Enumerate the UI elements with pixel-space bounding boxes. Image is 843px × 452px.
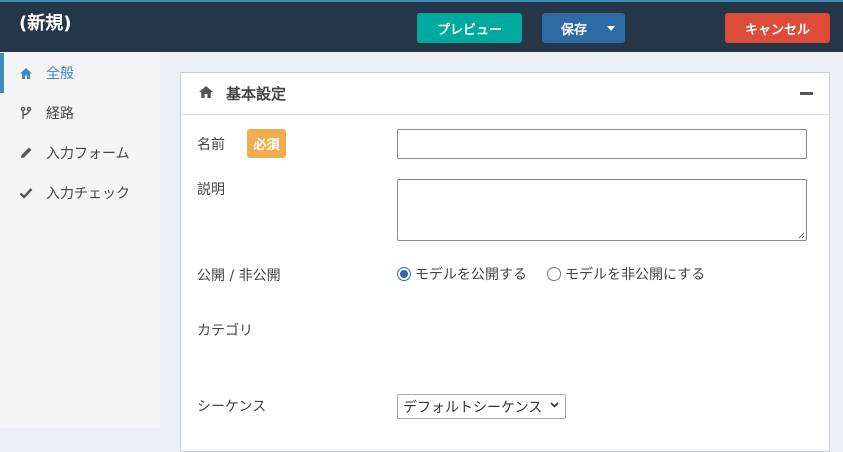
required-badge: 必須 (247, 129, 286, 158)
home-icon (18, 65, 34, 81)
preview-button[interactable]: プレビュー (417, 13, 522, 43)
sidebar-item-general[interactable]: 全般 (0, 53, 160, 93)
name-input[interactable] (397, 129, 807, 159)
save-button-label: 保存 (561, 22, 588, 38)
collapse-icon[interactable] (800, 92, 813, 95)
sidebar-item-route[interactable]: 経路 (0, 93, 160, 133)
visibility-radio-group: モデルを公開する モデルを非公開にする (397, 264, 705, 284)
home-icon (198, 84, 214, 103)
chevron-down-icon (550, 402, 559, 408)
panel-header: 基本設定 (181, 73, 829, 115)
sequence-selected-value: デフォルトシーケンス (403, 399, 543, 416)
page-title: (新規) (19, 13, 72, 34)
visibility-label: 公開 / 非公開 (197, 268, 281, 284)
cancel-button[interactable]: キャンセル (725, 13, 830, 43)
sidebar-item-input-form[interactable]: 入力フォーム (0, 133, 160, 173)
name-label: 名前 (197, 137, 225, 153)
sequence-label: シーケンス (197, 399, 267, 415)
save-dropdown-toggle[interactable] (597, 13, 625, 43)
description-textarea[interactable] (397, 179, 807, 241)
sidebar: 全般 経路 入力フォーム 入力チェック (0, 52, 160, 428)
resize-handle-icon[interactable] (798, 232, 805, 239)
fork-icon (18, 105, 34, 121)
basic-settings-panel: 基本設定 名前 必須 説明 公開 / 非公開 モデルを公開する モデルを非公開に… (180, 72, 830, 452)
sidebar-item-label: 入力フォーム (46, 146, 130, 162)
pencil-icon (18, 145, 34, 161)
caret-down-icon (607, 25, 615, 31)
panel-title: 基本設定 (226, 85, 287, 103)
description-label: 説明 (197, 182, 225, 198)
sidebar-item-label: 全般 (46, 66, 74, 82)
radio-public-label[interactable]: モデルを公開する (415, 264, 527, 284)
sidebar-item-label: 入力チェック (46, 186, 130, 202)
radio-public[interactable] (397, 267, 411, 281)
sequence-select[interactable]: デフォルトシーケンス (397, 394, 566, 419)
check-icon (18, 185, 34, 201)
sidebar-item-label: 経路 (46, 106, 74, 122)
save-button[interactable]: 保存 (542, 13, 625, 43)
radio-private[interactable] (547, 267, 561, 281)
sidebar-item-input-check[interactable]: 入力チェック (0, 173, 160, 213)
category-label: カテゴリ (197, 323, 253, 339)
radio-private-label[interactable]: モデルを非公開にする (565, 264, 705, 284)
top-bar: (新規) プレビュー 保存 キャンセル (0, 0, 843, 52)
